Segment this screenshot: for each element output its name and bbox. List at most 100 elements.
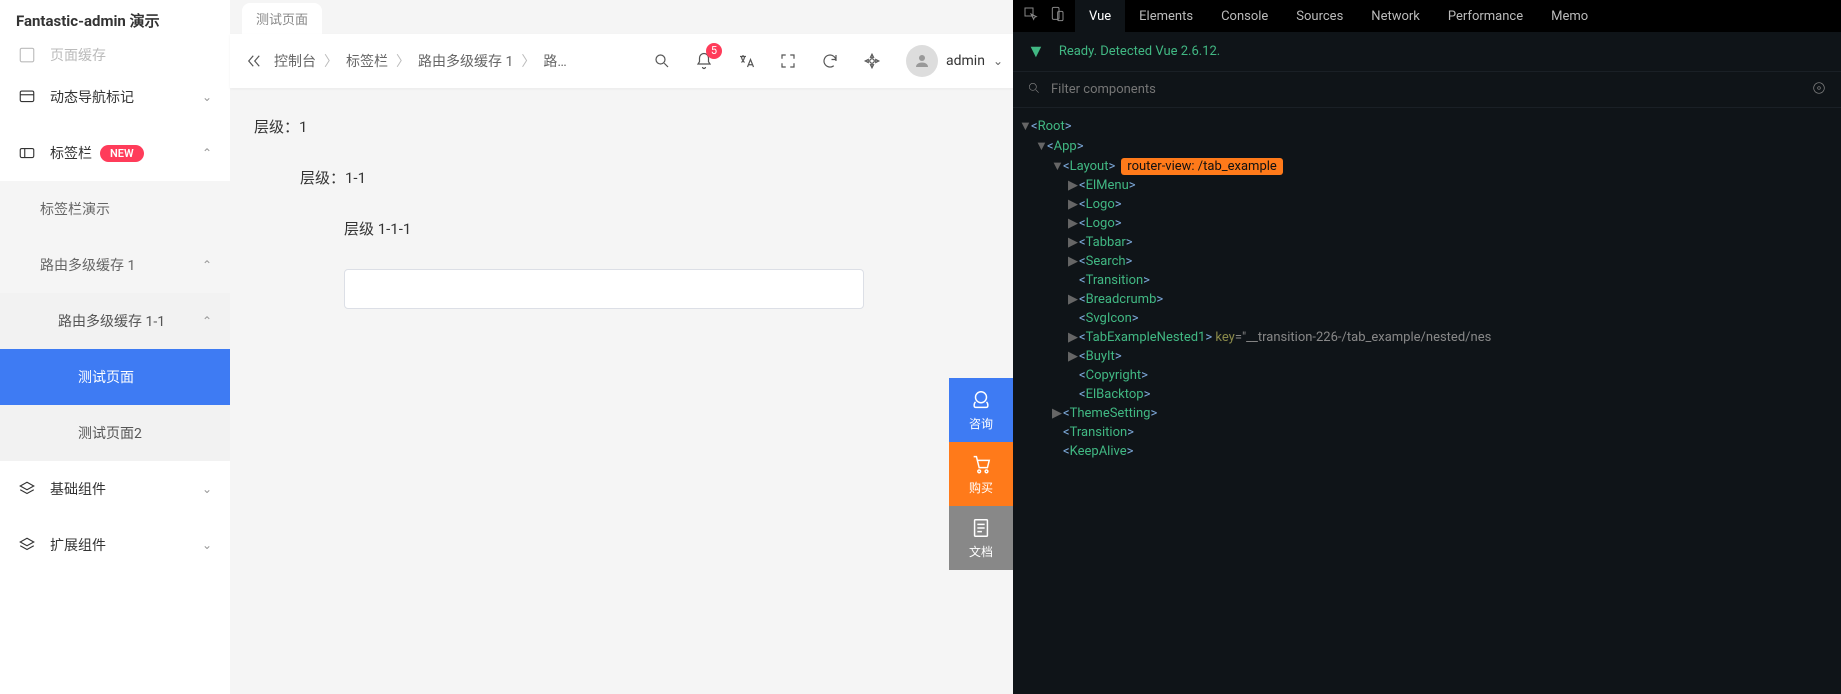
tree-twisty-icon[interactable]: ▶ — [1067, 330, 1079, 345]
sidebar-item-dynamic-nav[interactable]: 动态导航标记 ⌄ — [0, 69, 230, 125]
sidebar-item-label: 标签栏 — [50, 143, 92, 163]
tree-twisty-icon[interactable]: ▶ — [1067, 292, 1079, 307]
chevron-down-icon: ⌄ — [993, 54, 1003, 68]
tree-node[interactable]: ▶<BuyIt> — [1013, 347, 1841, 366]
tree-node[interactable]: ▼<Root> — [1013, 116, 1841, 136]
tree-twisty-icon[interactable]: ▶ — [1067, 197, 1079, 212]
button-label: 文档 — [969, 543, 993, 560]
tree-node[interactable]: ▶<Search> — [1013, 252, 1841, 271]
devtools-filter — [1013, 72, 1841, 108]
crumb[interactable]: 控制台 — [274, 51, 316, 71]
tree-node[interactable]: <Copyright> — [1013, 366, 1841, 385]
tree-node[interactable]: ▼<Layout>router-view: /tab_example — [1013, 156, 1841, 176]
chevron-up-icon: ⌃ — [202, 258, 212, 272]
tree-node[interactable]: <Transition> — [1013, 423, 1841, 442]
tree-twisty-icon[interactable]: ▶ — [1067, 178, 1079, 193]
cart-icon — [970, 453, 992, 475]
tree-node[interactable]: ▶<Tabbar> — [1013, 233, 1841, 252]
tree-node[interactable]: <SvgIcon> — [1013, 309, 1841, 328]
sidebar-item-label: 扩展组件 — [50, 535, 106, 555]
refresh-icon[interactable] — [820, 51, 840, 71]
tree-node[interactable]: ▶<TabExampleNested1> key="__transition-2… — [1013, 328, 1841, 347]
devtools-tab-network[interactable]: Network — [1357, 0, 1434, 32]
tree-twisty-icon[interactable]: ▶ — [1067, 216, 1079, 231]
devtools-status: ▼ Ready. Detected Vue 2.6.12. — [1013, 32, 1841, 72]
topbar: 控制台〉 标签栏〉 路由多级缓存 1〉 路… 5 admin ⌄ — [230, 34, 1013, 88]
sidebar-item-cache1-1[interactable]: 路由多级缓存 1-1 ⌃ — [0, 293, 230, 349]
tree-node[interactable]: ▶<Logo> — [1013, 195, 1841, 214]
devtools-tab-memory[interactable]: Memo — [1537, 0, 1602, 32]
devtools-tab-elements[interactable]: Elements — [1125, 0, 1207, 32]
sidebar-item-tabbar[interactable]: 标签栏 NEW ⌃ — [0, 125, 230, 181]
devtools-tab-sources[interactable]: Sources — [1282, 0, 1357, 32]
notification-icon[interactable]: 5 — [694, 51, 714, 71]
tree-node[interactable]: ▶<ThemeSetting> — [1013, 404, 1841, 423]
button-label: 购买 — [969, 479, 993, 496]
tabbar: 测试页面 — [230, 0, 1013, 34]
tree-node[interactable]: <ElBacktop> — [1013, 385, 1841, 404]
layers-icon — [18, 536, 36, 554]
tab-testpage[interactable]: 测试页面 — [242, 3, 322, 34]
admin-app: Fantastic-admin 演示 页面缓存 动态导航标记 ⌄ 标签栏 NEW… — [0, 0, 1013, 694]
level-2-label: 层级：1-1 — [300, 167, 989, 188]
sidebar-item-ext-components[interactable]: 扩展组件 ⌄ — [0, 517, 230, 573]
user-menu[interactable]: admin ⌄ — [906, 45, 1003, 77]
sidebar-item-label: 页面缓存 — [50, 45, 106, 65]
devtools-tab-console[interactable]: Console — [1207, 0, 1282, 32]
buy-button[interactable]: 购买 — [949, 442, 1013, 506]
chevron-up-icon: ⌃ — [202, 146, 212, 160]
tree-twisty-icon[interactable]: ▶ — [1067, 349, 1079, 364]
devtools-tab-vue[interactable]: Vue — [1075, 0, 1125, 32]
sidebar-item-cache1[interactable]: 路由多级缓存 1 ⌃ — [0, 237, 230, 293]
search-icon — [1027, 81, 1041, 99]
text-input[interactable] — [344, 269, 864, 309]
filter-input[interactable] — [1051, 82, 1801, 97]
tree-twisty-icon[interactable]: ▼ — [1019, 118, 1031, 134]
sidebar-item-testpage[interactable]: 测试页面 — [0, 349, 230, 405]
vue-logo-icon: ▼ — [1027, 41, 1045, 62]
tree-twisty-icon[interactable]: ▶ — [1067, 235, 1079, 250]
tree-node[interactable]: ▶<ElMenu> — [1013, 176, 1841, 195]
sidebar-item-testpage2[interactable]: 测试页面2 — [0, 405, 230, 461]
tree-twisty-icon[interactable]: ▶ — [1051, 406, 1063, 421]
devtools-tab-performance[interactable]: Performance — [1434, 0, 1537, 32]
page-cache-icon — [18, 46, 36, 64]
tree-twisty-icon[interactable]: ▶ — [1067, 254, 1079, 269]
sidebar-item-label: 路由多级缓存 1 — [40, 255, 135, 275]
tree-node[interactable]: <Transition> — [1013, 271, 1841, 290]
fullscreen-icon[interactable] — [778, 51, 798, 71]
tree-twisty-icon[interactable]: ▼ — [1051, 158, 1063, 174]
sidebar-item-truncated[interactable]: 页面缓存 — [0, 41, 230, 69]
float-buttons: 咨询 购买 文档 — [949, 378, 1013, 570]
tree-twisty-icon[interactable]: ▼ — [1035, 138, 1047, 154]
tree-node[interactable]: ▶<Breadcrumb> — [1013, 290, 1841, 309]
translate-icon[interactable] — [736, 51, 756, 71]
sidebar-item-tabdemo[interactable]: 标签栏演示 — [0, 181, 230, 237]
collapse-icon[interactable] — [244, 51, 264, 71]
sidebar-menu: 页面缓存 动态导航标记 ⌄ 标签栏 NEW ⌃ 标签栏演示 路由多级缓存 1 ⌃ — [0, 41, 230, 694]
sidebar-item-basic-components[interactable]: 基础组件 ⌄ — [0, 461, 230, 517]
crumb[interactable]: 路由多级缓存 1 — [418, 51, 513, 71]
sidebar-item-label: 路由多级缓存 1-1 — [58, 311, 165, 331]
user-name: admin — [946, 53, 985, 69]
tree-node[interactable]: ▶<Logo> — [1013, 214, 1841, 233]
component-tree: ▼<Root>▼<App>▼<Layout>router-view: /tab_… — [1013, 108, 1841, 469]
device-icon[interactable] — [1049, 6, 1065, 26]
new-badge: NEW — [100, 145, 144, 162]
tree-node[interactable]: <KeepAlive> — [1013, 442, 1841, 461]
tab-icon — [18, 144, 36, 162]
tree-node[interactable]: ▼<App> — [1013, 136, 1841, 156]
consult-button[interactable]: 咨询 — [949, 378, 1013, 442]
inspect-icon[interactable] — [1023, 6, 1039, 26]
sidebar-item-label: 标签栏演示 — [40, 199, 110, 219]
devtools-tabs: Vue Elements Console Sources Network Per… — [1013, 0, 1841, 32]
level-1-label: 层级：1 — [254, 116, 989, 137]
docs-button[interactable]: 文档 — [949, 506, 1013, 570]
sidebar-item-label: 测试页面 — [78, 367, 134, 387]
chevron-down-icon: ⌄ — [202, 90, 212, 104]
theme-icon[interactable] — [862, 51, 882, 71]
search-icon[interactable] — [652, 51, 672, 71]
crumb[interactable]: 标签栏 — [346, 51, 388, 71]
devtools-inspect-tools — [1013, 0, 1075, 32]
select-component-icon[interactable] — [1811, 80, 1827, 100]
